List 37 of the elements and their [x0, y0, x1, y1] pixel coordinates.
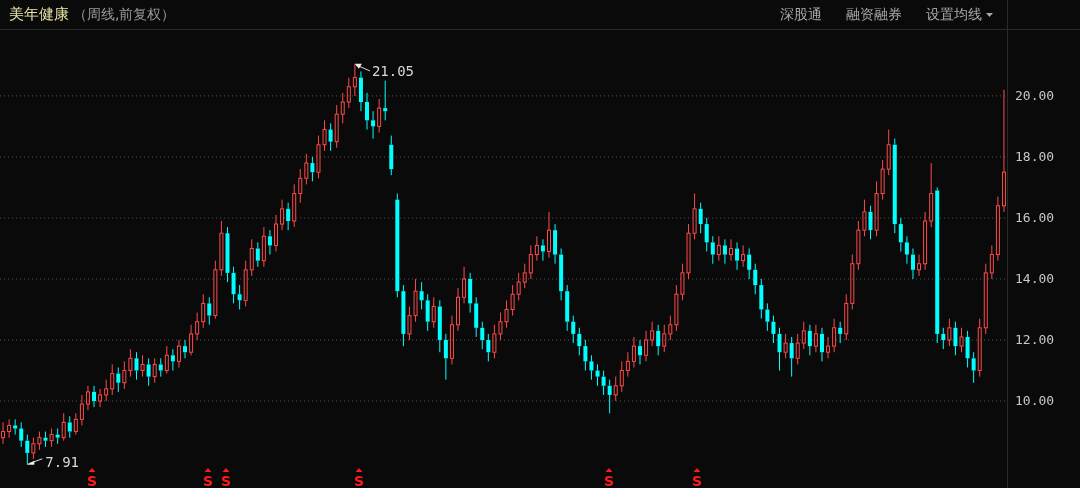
- signal-marker: S: [603, 473, 615, 488]
- signal-triangle-icon: [88, 468, 96, 472]
- candlestick: [389, 135, 394, 176]
- axis-label: 14.00: [1015, 271, 1055, 286]
- candlestick: [365, 92, 369, 130]
- signal-marker: S: [220, 473, 232, 488]
- signal-marker: S: [202, 473, 214, 488]
- header-link[interactable]: 深股通: [780, 5, 822, 24]
- candlestick: [820, 327, 824, 362]
- signal-triangle-icon: [693, 468, 701, 472]
- axis-label: 18.00: [1015, 148, 1055, 164]
- chart-subtitle: （周线,前复权）: [73, 5, 176, 24]
- axis-label: 20.00: [1015, 87, 1055, 103]
- candlestick: [456, 287, 460, 332]
- signal-marker: S: [86, 473, 98, 488]
- signal-marker: S: [353, 473, 365, 488]
- caret-icon: [986, 12, 993, 17]
- signal-triangle-icon: [355, 468, 363, 472]
- candlestick: [729, 238, 733, 262]
- signal-triangle-icon: [605, 468, 613, 472]
- signal-marker: S: [691, 473, 703, 488]
- header-link[interactable]: 融资融券: [846, 5, 902, 24]
- axis-label: 16.00: [1015, 209, 1055, 225]
- low-price-label: 7.91: [45, 453, 79, 470]
- axis-label: 12.00: [1015, 332, 1055, 347]
- high-price-label: 21.05: [371, 62, 415, 79]
- stock-name: 美年健康: [9, 5, 69, 24]
- candlestick: [183, 339, 187, 359]
- signal-triangle-icon: [204, 468, 212, 472]
- ma-settings-dropdown[interactable]: 设置均线: [926, 5, 993, 24]
- candlestick: [638, 339, 642, 365]
- axis-label: 10.00: [1015, 393, 1055, 409]
- candlestick: [547, 211, 551, 259]
- candlestick: [274, 214, 278, 252]
- low-marker-arrow: [27, 458, 43, 465]
- signal-triangle-icon: [222, 468, 230, 472]
- high-marker-arrow: [354, 63, 371, 72]
